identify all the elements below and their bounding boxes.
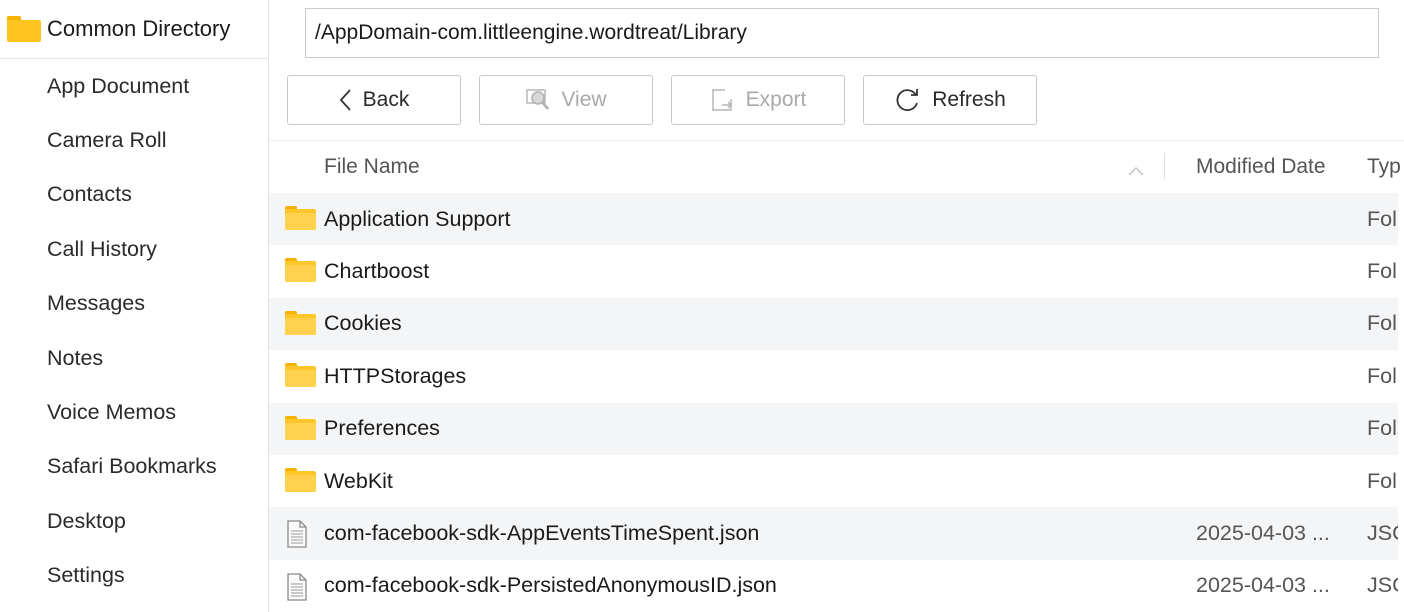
column-header-file-name[interactable]: File Name: [324, 155, 420, 179]
modified-date: 2025-04-03 ...: [1196, 521, 1330, 546]
sidebar-item-label: Safari Bookmarks: [47, 454, 217, 479]
main-panel: /AppDomain-com.littleengine.wordtreat/Li…: [269, 0, 1404, 612]
sidebar-item-label: Call History: [47, 236, 157, 261]
path-text: /AppDomain-com.littleengine.wordtreat/Li…: [315, 21, 747, 44]
sidebar-item-messages[interactable]: Messages: [0, 277, 268, 331]
sidebar-item-notes[interactable]: Notes: [0, 331, 268, 385]
sidebar-item-camera-roll[interactable]: Camera Roll: [0, 113, 268, 167]
file-name: com-facebook-sdk-PersistedAnonymousID.js…: [324, 573, 777, 598]
file-list: Application Support Fol Chartboost Fol C…: [269, 193, 1398, 612]
export-icon: [710, 87, 736, 113]
table-row[interactable]: Cookies Fol: [269, 297, 1398, 351]
sidebar-item-app-document[interactable]: App Document: [0, 59, 268, 113]
column-header-type[interactable]: Typ: [1367, 155, 1401, 179]
sidebar-item-label: Notes: [47, 345, 104, 370]
table-row[interactable]: HTTPStorages Fol: [269, 350, 1398, 402]
sidebar-item-desktop[interactable]: Desktop: [0, 494, 268, 548]
sort-ascending-icon[interactable]: [1127, 159, 1145, 183]
sidebar-item-label: Contacts: [47, 182, 132, 207]
file-name: Chartboost: [324, 259, 430, 284]
export-button[interactable]: Export: [671, 75, 845, 125]
sidebar-item-label: Messages: [47, 291, 145, 316]
file-icon: [285, 573, 309, 607]
table-row[interactable]: WebKit Fol: [269, 455, 1398, 507]
folder-icon: [285, 363, 316, 388]
table-row[interactable]: Chartboost Fol: [269, 245, 1398, 297]
file-icon: [285, 520, 309, 554]
file-type: Fol: [1367, 363, 1397, 388]
sidebar-item-label: App Document: [47, 73, 190, 98]
sidebar-item-label: Desktop: [47, 508, 126, 533]
export-label: Export: [745, 88, 807, 111]
table-row[interactable]: Application Support Fol: [269, 193, 1398, 246]
sidebar-item-call-history[interactable]: Call History: [0, 222, 268, 276]
chevron-left-icon: [339, 88, 353, 112]
back-label: Back: [362, 88, 410, 111]
path-field[interactable]: /AppDomain-com.littleengine.wordtreat/Li…: [305, 8, 1379, 58]
column-header-modified-date[interactable]: Modified Date: [1196, 155, 1326, 179]
folder-icon: [285, 258, 316, 283]
file-type: JSC: [1367, 573, 1398, 598]
modified-date: 2025-04-03 ...: [1196, 573, 1330, 598]
toolbar: Back View Export Refresh: [287, 75, 1037, 125]
file-name: Preferences: [324, 416, 440, 441]
sidebar: Common Directory App Document Camera Rol…: [0, 0, 269, 612]
file-type: Fol: [1367, 206, 1397, 231]
view-button[interactable]: View: [479, 75, 653, 125]
sidebar-header[interactable]: Common Directory: [0, 0, 268, 59]
file-name: Application Support: [324, 206, 511, 231]
back-button[interactable]: Back: [287, 75, 461, 125]
view-icon: [525, 88, 551, 112]
table-row[interactable]: com-facebook-sdk-PersistedAnonymousID.js…: [269, 560, 1398, 612]
folder-icon: [285, 206, 316, 230]
sidebar-item-voice-memos[interactable]: Voice Memos: [0, 385, 268, 439]
sidebar-title: Common Directory: [47, 16, 231, 41]
folder-icon: [285, 415, 316, 440]
folder-icon: [285, 310, 316, 335]
sidebar-item-label: Settings: [47, 563, 125, 588]
table-row[interactable]: Preferences Fol: [269, 402, 1398, 455]
file-name: com-facebook-sdk-AppEventsTimeSpent.json: [324, 521, 760, 546]
folder-icon: [285, 467, 316, 492]
file-type: Fol: [1367, 259, 1397, 284]
folder-icon: [7, 16, 41, 42]
sidebar-item-settings[interactable]: Settings: [0, 549, 268, 603]
view-label: View: [561, 88, 607, 111]
file-type: Fol: [1367, 416, 1397, 441]
refresh-icon: [894, 87, 922, 113]
file-type: JSC: [1367, 521, 1398, 546]
table-row[interactable]: com-facebook-sdk-AppEventsTimeSpent.json…: [269, 507, 1398, 560]
sidebar-item-label: Voice Memos: [47, 400, 177, 425]
file-name: Cookies: [324, 311, 402, 336]
file-name: HTTPStorages: [324, 363, 467, 388]
refresh-button[interactable]: Refresh: [863, 75, 1037, 125]
sidebar-item-safari-bookmarks[interactable]: Safari Bookmarks: [0, 440, 268, 494]
file-type: Fol: [1367, 311, 1397, 336]
sidebar-item-label: Camera Roll: [47, 128, 167, 153]
table-header: File Name Modified Date Typ: [269, 141, 1404, 192]
file-name: WebKit: [324, 468, 393, 493]
file-type: Fol: [1367, 468, 1397, 493]
sidebar-item-contacts[interactable]: Contacts: [0, 168, 268, 222]
column-divider[interactable]: [1164, 153, 1165, 179]
refresh-label: Refresh: [932, 88, 1006, 111]
